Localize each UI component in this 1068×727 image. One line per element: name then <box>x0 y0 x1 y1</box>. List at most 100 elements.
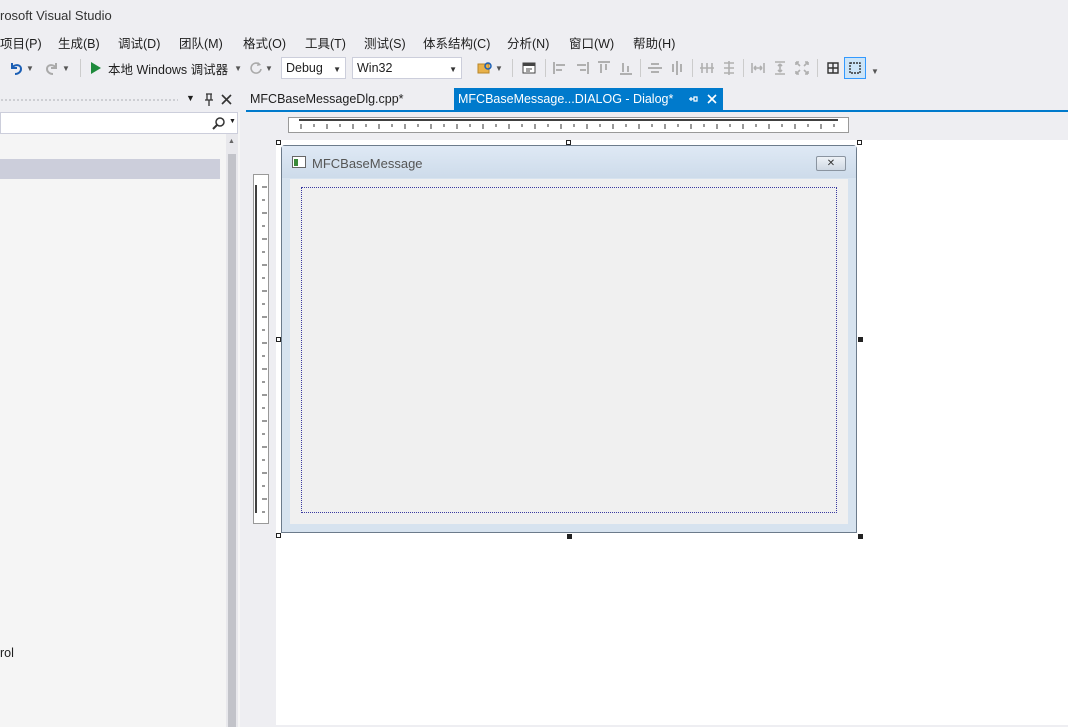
selected-tree-item[interactable] <box>0 159 220 179</box>
toolbar-overflow-icon[interactable]: ▼ <box>871 67 879 76</box>
ruler-ticks <box>255 185 267 513</box>
align-top-icon <box>598 61 610 73</box>
tree-item-label[interactable]: rol <box>0 646 14 660</box>
refresh-button[interactable]: ▼ <box>246 57 276 79</box>
chevron-down-icon[interactable]: ▼ <box>229 118 236 125</box>
make-same-size-button[interactable] <box>791 57 813 79</box>
align-right-button[interactable] <box>571 57 593 79</box>
make-same-width-button[interactable] <box>747 57 769 79</box>
scroll-up-icon[interactable]: ▲ <box>228 138 235 145</box>
search-icon <box>212 117 225 130</box>
scrollbar-thumb[interactable] <box>228 154 236 727</box>
resize-handle-right[interactable] <box>858 337 863 342</box>
menu-format[interactable]: 格式(O) <box>243 33 286 52</box>
close-icon[interactable] <box>221 94 232 105</box>
align-right-icon <box>577 62 589 74</box>
menu-build[interactable]: 生成(B) <box>58 33 100 52</box>
platform-value: Win32 <box>357 61 393 75</box>
redo-button[interactable]: ▼ <box>40 57 74 79</box>
center-vertical-button[interactable] <box>644 57 666 79</box>
menu-architecture[interactable]: 体系结构(C) <box>423 33 490 52</box>
center-vertical-icon <box>648 63 662 73</box>
space-down-button[interactable] <box>718 57 740 79</box>
space-across-icon <box>700 63 714 73</box>
menu-project[interactable]: 项目(P) <box>0 33 42 52</box>
chevron-down-icon: ▼ <box>62 63 70 73</box>
panel-scrollbar[interactable]: ▲ <box>226 134 238 727</box>
refresh-icon <box>250 62 262 74</box>
resize-handle-top[interactable] <box>566 140 571 145</box>
resize-handle-bottom[interactable] <box>567 534 572 539</box>
toolbar-separator <box>692 59 693 77</box>
vertical-ruler[interactable] <box>253 174 269 524</box>
toggle-grid-button[interactable] <box>822 57 844 79</box>
align-top-button[interactable] <box>593 57 615 79</box>
chevron-down-icon: ▼ <box>495 63 503 73</box>
designed-dialog[interactable]: MFCBaseMessage ✕ <box>281 145 857 533</box>
menu-test[interactable]: 测试(S) <box>364 33 406 52</box>
toolbar-separator <box>817 59 818 77</box>
dialog-caption-bar[interactable]: MFCBaseMessage ✕ <box>282 146 856 178</box>
make-same-height-button[interactable] <box>769 57 791 79</box>
toolbar-separator <box>545 59 546 77</box>
chevron-down-icon: ▼ <box>234 63 243 73</box>
align-bottom-icon <box>620 63 632 75</box>
title-bar: rosoft Visual Studio <box>0 0 1068 30</box>
tab-cpp-file[interactable]: MFCBaseMessageDlg.cpp* <box>246 88 408 110</box>
resize-handle-bottom-right[interactable] <box>858 534 863 539</box>
find-in-files-button[interactable]: ▼ <box>474 57 506 79</box>
space-across-button[interactable] <box>696 57 718 79</box>
dialog-close-button[interactable]: ✕ <box>816 156 846 171</box>
tab-label: MFCBaseMessage...DIALOG - Dialog* <box>458 92 674 106</box>
menu-window[interactable]: 窗口(W) <box>569 33 614 52</box>
tab-underline <box>246 110 1068 112</box>
toolbar-separator <box>640 59 641 77</box>
menu-team[interactable]: 团队(M) <box>179 33 223 52</box>
panel-grip[interactable] <box>0 98 178 103</box>
panel-dropdown-icon[interactable]: ▼ <box>186 93 195 103</box>
resize-handle-left[interactable] <box>276 337 281 342</box>
platform-select[interactable]: Win32 ▼ <box>352 57 462 79</box>
guides-icon <box>849 62 861 74</box>
menu-tools[interactable]: 工具(T) <box>305 33 346 52</box>
grid-icon <box>827 62 839 74</box>
menu-bar: 项目(P) 生成(B) 调试(D) 团队(M) 格式(O) 工具(T) 测试(S… <box>0 30 1068 52</box>
start-debugging-button[interactable]: 本地 Windows 调试器 ▼ <box>88 57 244 79</box>
menu-help[interactable]: 帮助(H) <box>633 33 675 52</box>
resize-handle-top-right[interactable] <box>857 140 862 145</box>
toggle-guides-button[interactable] <box>844 57 866 79</box>
panel-tree <box>0 134 226 727</box>
left-tool-panel: ▼ ▼ rol ▲ <box>0 88 240 727</box>
window-title: rosoft Visual Studio <box>0 8 112 23</box>
close-icon[interactable] <box>707 94 717 104</box>
menu-analyze[interactable]: 分析(N) <box>507 33 549 52</box>
panel-search-input[interactable]: ▼ <box>0 112 238 134</box>
folder-search-icon <box>477 62 492 74</box>
pin-icon[interactable] <box>688 94 698 104</box>
align-bottom-button[interactable] <box>615 57 637 79</box>
resize-handle-top-left[interactable] <box>276 140 281 145</box>
toolbar-separator <box>80 59 81 77</box>
test-dialog-button[interactable] <box>518 57 540 79</box>
center-horizontal-button[interactable] <box>666 57 688 79</box>
pin-icon[interactable] <box>203 93 215 106</box>
align-left-icon <box>553 62 565 74</box>
configuration-value: Debug <box>286 61 323 75</box>
menu-debug[interactable]: 调试(D) <box>118 33 160 52</box>
tab-label: MFCBaseMessageDlg.cpp* <box>250 92 404 106</box>
undo-button[interactable]: ▼ <box>6 57 36 79</box>
dialog-test-icon <box>522 62 536 74</box>
center-horizontal-icon <box>672 61 682 75</box>
redo-icon <box>46 63 58 75</box>
configuration-select[interactable]: Debug ▼ <box>281 57 346 79</box>
margin-guide <box>301 187 837 513</box>
tab-dialog-designer[interactable]: MFCBaseMessage...DIALOG - Dialog* <box>454 88 723 110</box>
resize-handle-bottom-left[interactable] <box>276 533 281 538</box>
document-tabs: MFCBaseMessageDlg.cpp* MFCBaseMessage...… <box>246 88 1068 112</box>
align-left-button[interactable] <box>549 57 571 79</box>
play-icon <box>91 62 101 74</box>
dialog-title: MFCBaseMessage <box>312 156 423 171</box>
dialog-client-area[interactable] <box>290 179 848 524</box>
chevron-down-icon: ▼ <box>333 65 341 74</box>
horizontal-ruler[interactable] <box>288 117 849 133</box>
